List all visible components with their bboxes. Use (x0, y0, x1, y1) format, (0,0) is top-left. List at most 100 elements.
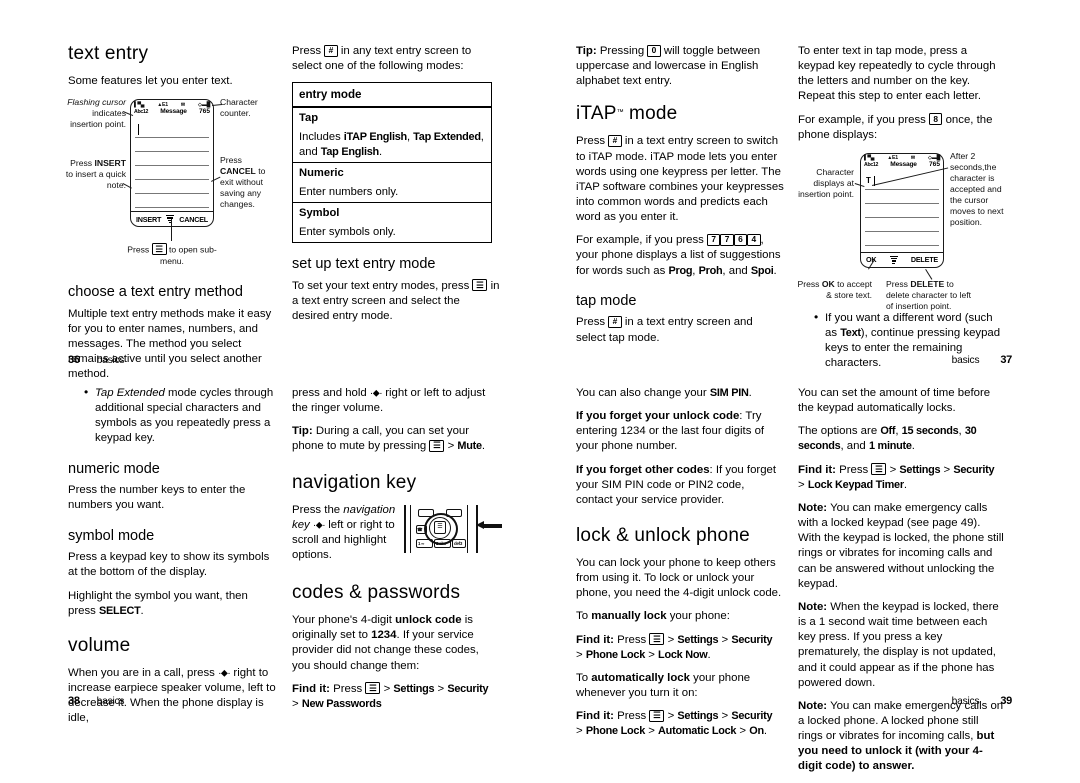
character-counter-value: 765 (198, 107, 210, 115)
menu-item-security: Security (447, 682, 489, 695)
pointer-arrow-icon (476, 520, 502, 530)
tap-mode-example: For example, if you press 8 once, the ph… (798, 113, 1006, 143)
entry-mode-indicator: Abc12 (134, 108, 149, 115)
column-page38-col1: Tap Extended mode cycles through additio… (68, 385, 276, 734)
key-3-label: def3 (454, 540, 463, 546)
mode-term-tap-english: Tap English (320, 145, 379, 158)
seven-key-icon: 7 (720, 233, 734, 246)
softkey-insert: INSERT (136, 214, 162, 224)
menu-item-automatic-lock: Automatic Lock (658, 725, 737, 738)
default-unlock-code: 1234 (371, 629, 397, 642)
table-row: Enter symbols only. (293, 222, 492, 243)
mode-name-symbol: Symbol (292, 202, 492, 222)
itap-p1-after: in a text entry screen to switch to iTAP… (576, 135, 784, 224)
options-before: The options are (798, 425, 881, 438)
heading-choose-text-entry-method: choose a text entry method (68, 284, 243, 301)
footer-page-36: 36 basics (68, 354, 125, 366)
forget-unlock-label: If you forget your unlock code (576, 410, 740, 423)
heading-numeric-mode: numeric mode (68, 460, 160, 477)
heading-lock-unlock-phone: lock & unlock phone (576, 525, 750, 547)
menu-item-settings: Settings (899, 463, 941, 476)
table-row: Includes iTAP English, Tap Extended, and… (293, 127, 492, 163)
bullet-tap-extended: Tap Extended mode cycles through additio… (82, 385, 276, 447)
forget-unlock-code: If you forget your unlock code: Try ente… (576, 409, 784, 454)
menu-item-settings: Settings (677, 710, 719, 723)
pound-key-icon: # (608, 134, 622, 147)
page-number: 38 (68, 695, 80, 707)
setup-before: To set your text entry modes, press (292, 279, 473, 292)
text-line (865, 232, 939, 246)
callout-flashing-cursor: Flashing cursor indicates insertion poin… (67, 97, 126, 130)
callout-bold-term: CANCEL (220, 166, 256, 177)
menu-key-icon: ☰ (649, 709, 665, 722)
option-15-seconds: 15 seconds (901, 425, 959, 438)
column-page37-col2: Tip: Pressing 0 will toggle between uppe… (576, 44, 784, 354)
path-end: . (707, 648, 711, 661)
phone-title-row: Abc12 Message 765 (864, 161, 940, 168)
menu-item-security: Security (731, 710, 773, 723)
path-sep: > (718, 633, 732, 646)
center-menu-key: ☰ (434, 520, 446, 534)
itap-word: iTAP (576, 103, 617, 125)
column-page39-col1: You can also change your SIM PIN. If you… (576, 386, 784, 748)
findit-label: Find it: (576, 710, 614, 723)
path-sep: > (645, 648, 659, 661)
footer-label: basics (951, 696, 980, 707)
findit-lock-now: Find it: Press ☰ > Settings > Security >… (576, 633, 784, 663)
callout-bold-term: INSERT (94, 158, 126, 169)
findit-label: Find it: (576, 633, 614, 646)
option-off: Off (880, 425, 896, 438)
menu-key-icon: ☰ (472, 279, 488, 292)
menu-key-icon: ☰ (365, 682, 381, 695)
callout-press-cancel: Press CANCEL to exit without saving any … (220, 155, 266, 210)
itap-body-1: Press # in a text entry screen to switch… (576, 134, 784, 225)
numeric-mode-body: Press the number keys to enter the numbe… (68, 484, 246, 512)
phone-title-row: Abc12 Message 765 (134, 108, 210, 115)
path-sep: > (576, 648, 586, 661)
findit-label: Find it: (798, 463, 836, 476)
send-key-label: ☎ (417, 526, 423, 532)
footer-label: basics (96, 696, 125, 707)
findit-press: Press (613, 633, 650, 646)
callout-italic-term: Flashing cursor (67, 97, 126, 108)
auto-lock-intro: To automatically lock your phone wheneve… (576, 671, 784, 701)
text-entry-intro: Some features let you enter text. (68, 74, 233, 87)
arrow-shaft (483, 523, 502, 528)
figure-text-entry-screen: ▌▀▄ ▲E1 ✉ ◇▬█ Abc12 Message 765 INSERT C… (66, 95, 276, 270)
navigation-key-icon: ·⬥· (312, 519, 326, 531)
path-sep: > (664, 633, 678, 646)
tip-after: . (481, 440, 485, 453)
volume-before: When you are in a call, press (68, 666, 219, 679)
heading-set-up-text-entry-mode: set up text entry mode (292, 256, 436, 273)
cont-before: press and hold (292, 387, 370, 399)
symbol-mode-body-1: Press a keypad key to show its symbols a… (68, 551, 270, 579)
intro-before: Press (292, 45, 325, 57)
menu-item-phone-lock: Phone Lock (585, 648, 646, 661)
suggestion-word-spoi: Spoi (750, 264, 774, 277)
navigation-key-icon: ·⬥· (369, 388, 383, 399)
table-row: Symbol (292, 202, 492, 222)
menu-icon (889, 255, 898, 265)
text-line (135, 124, 209, 139)
entry-mode-indicator: Abc12 (864, 162, 879, 169)
tap-mode-detail: To enter text in tap mode, press a keypa… (798, 45, 996, 103)
tap-before: Press (576, 316, 609, 329)
callout-press-ok: Press OK to accept & store text. (797, 278, 872, 300)
softkey-cancel: CANCEL (179, 214, 208, 224)
mode-name-numeric: Numeric (292, 162, 492, 182)
manual-after: your phone: (666, 610, 730, 623)
heading-symbol-mode: symbol mode (68, 527, 155, 544)
bullet-italic-term: Tap Extended (95, 387, 165, 399)
auto-before: To (576, 671, 592, 684)
codes-body: Your phone's 4-digit unlock code is orig… (292, 613, 500, 674)
symbol-after: . (140, 604, 144, 617)
menu-item-phone-lock: Phone Lock (585, 725, 646, 738)
heading-tap-mode: tap mode (576, 292, 637, 309)
manual-lock-intro: To manually lock your phone: (576, 609, 784, 624)
forget-other-codes: If you forget other codes: If you forget… (576, 463, 784, 508)
text-line (135, 152, 209, 167)
itap-body-2: For example, if you press 7764, your pho… (576, 233, 781, 277)
eight-key-icon: 8 (929, 113, 943, 126)
example-before: For example, if you press (798, 113, 930, 126)
path-end: . (763, 725, 768, 738)
